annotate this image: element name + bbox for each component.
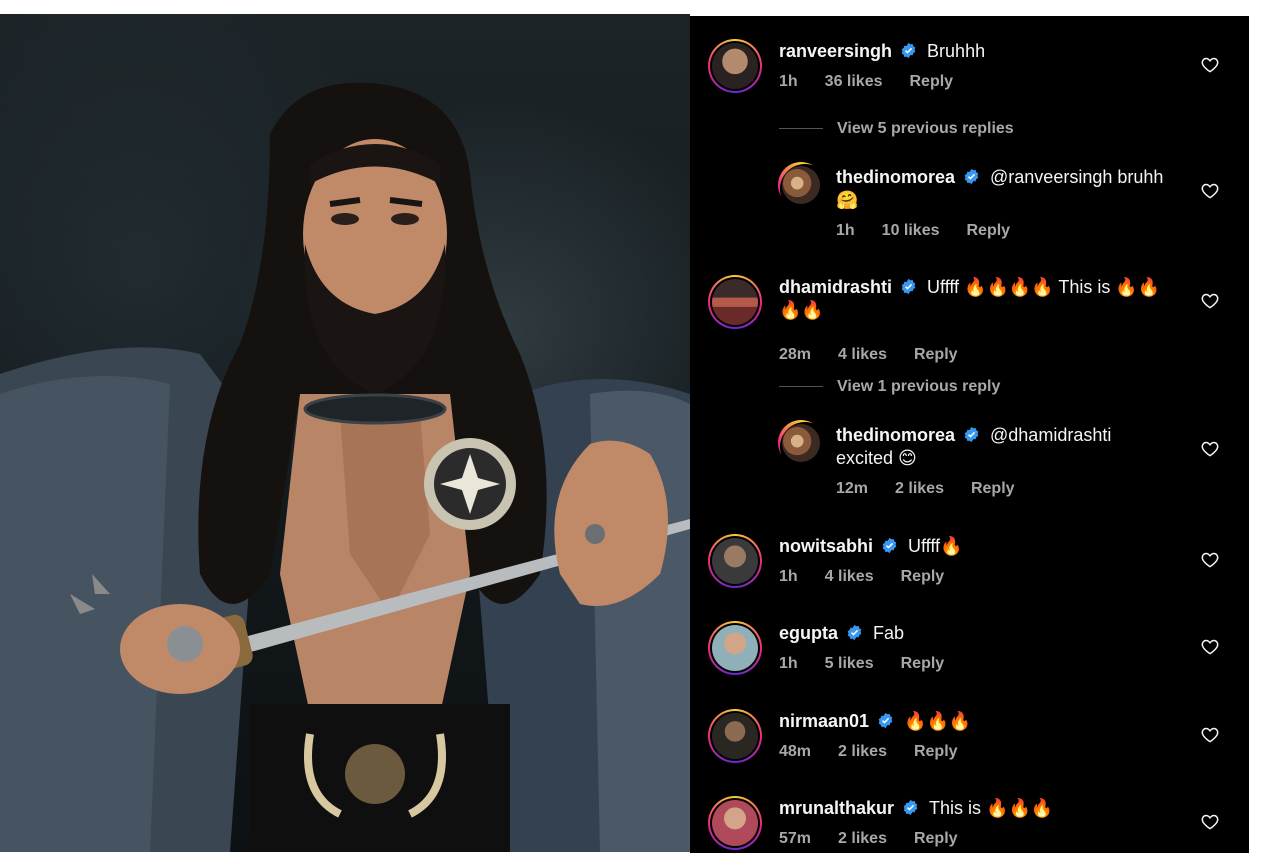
comment-username[interactable]: mrunalthakur bbox=[779, 798, 894, 818]
comment-text: Uffff🔥 bbox=[908, 536, 963, 556]
comment-time: 48m bbox=[779, 743, 812, 760]
comment-username[interactable]: thedinomorea bbox=[836, 425, 955, 445]
comment-username[interactable]: thedinomorea bbox=[836, 167, 955, 187]
comment-text-line2: 🔥🔥 bbox=[779, 300, 824, 320]
heart-outline-icon[interactable] bbox=[1201, 551, 1219, 568]
verified-badge-icon bbox=[903, 799, 918, 816]
avatar[interactable] bbox=[708, 621, 762, 675]
comment-time: 1h bbox=[779, 73, 798, 90]
heart-outline-icon[interactable] bbox=[1201, 182, 1219, 199]
warrior-portrait-illustration bbox=[0, 82, 690, 852]
comment-text: Bruhhh bbox=[927, 41, 986, 61]
verified-badge-icon bbox=[847, 624, 862, 641]
reply-button[interactable]: Reply bbox=[914, 743, 958, 760]
comment-likes[interactable]: 36 likes bbox=[825, 73, 883, 90]
reply-button[interactable]: Reply bbox=[901, 655, 945, 672]
view-replies-button[interactable]: View 1 previous reply bbox=[779, 378, 1000, 396]
comment-username[interactable]: nowitsabhi bbox=[779, 536, 873, 556]
heart-outline-icon[interactable] bbox=[1201, 726, 1219, 743]
heart-outline-icon[interactable] bbox=[1201, 292, 1219, 309]
comment-text: Uffff 🔥🔥🔥🔥 This is 🔥🔥 bbox=[927, 277, 1161, 297]
comments-panel[interactable]: ranveersingh Bruhhh 1h 36 likes Reply View … bbox=[690, 16, 1249, 853]
comment-likes[interactable]: 2 likes bbox=[838, 743, 887, 760]
comment-text: This is 🔥🔥🔥 bbox=[929, 798, 1054, 818]
comment-text: Fab bbox=[873, 623, 905, 643]
view-replies-label: View 5 previous replies bbox=[837, 120, 1014, 137]
comment-likes[interactable]: 5 likes bbox=[825, 655, 874, 672]
comment-time: 57m bbox=[779, 830, 812, 847]
comment-time: 1h bbox=[779, 568, 798, 585]
comment-likes[interactable]: 10 likes bbox=[882, 222, 940, 239]
comment-username[interactable]: egupta bbox=[779, 623, 838, 643]
verified-badge-icon bbox=[964, 168, 979, 185]
comment-time: 28m bbox=[779, 346, 812, 363]
reply-button[interactable]: Reply bbox=[914, 346, 958, 363]
comment-text: @ranveersingh bruhh bbox=[990, 167, 1164, 187]
avatar[interactable] bbox=[778, 162, 830, 214]
comment-text: @dhamidrashti bbox=[990, 425, 1112, 445]
comment-text: 🔥🔥🔥 bbox=[904, 711, 972, 731]
comment-likes[interactable]: 2 likes bbox=[838, 830, 887, 847]
comment-username[interactable]: ranveersingh bbox=[779, 41, 892, 61]
heart-outline-icon[interactable] bbox=[1201, 813, 1219, 830]
reply-button[interactable]: Reply bbox=[967, 222, 1011, 239]
avatar[interactable] bbox=[708, 709, 762, 763]
reply-button[interactable]: Reply bbox=[910, 73, 954, 90]
verified-badge-icon bbox=[901, 42, 916, 59]
divider-line bbox=[779, 128, 823, 130]
view-replies-label: View 1 previous reply bbox=[837, 378, 1001, 395]
reply-button[interactable]: Reply bbox=[901, 568, 945, 585]
comment-time: 12m bbox=[836, 480, 869, 497]
comment-text-line2: excited 😊 bbox=[836, 448, 917, 468]
heart-outline-icon[interactable] bbox=[1201, 56, 1219, 73]
view-replies-button[interactable]: View 5 previous replies bbox=[779, 120, 1014, 138]
verified-badge-icon bbox=[882, 537, 897, 554]
comment-time: 1h bbox=[836, 222, 855, 239]
comment-username[interactable]: nirmaan01 bbox=[779, 711, 869, 731]
reply-button[interactable]: Reply bbox=[971, 480, 1015, 497]
avatar[interactable] bbox=[708, 275, 762, 329]
verified-badge-icon bbox=[901, 278, 916, 295]
comment-likes[interactable]: 4 likes bbox=[825, 568, 874, 585]
verified-badge-icon bbox=[964, 426, 979, 443]
reply-button[interactable]: Reply bbox=[914, 830, 958, 847]
heart-outline-icon[interactable] bbox=[1201, 440, 1219, 457]
comment-username[interactable]: dhamidrashti bbox=[779, 277, 892, 297]
comment-likes[interactable]: 4 likes bbox=[838, 346, 887, 363]
comment-likes[interactable]: 2 likes bbox=[895, 480, 944, 497]
divider-line bbox=[779, 386, 823, 388]
avatar[interactable] bbox=[708, 39, 762, 93]
avatar[interactable] bbox=[708, 796, 762, 850]
avatar[interactable] bbox=[778, 420, 830, 472]
verified-badge-icon bbox=[878, 712, 893, 729]
avatar[interactable] bbox=[708, 534, 762, 588]
post-photo bbox=[0, 14, 690, 852]
heart-outline-icon[interactable] bbox=[1201, 638, 1219, 655]
comment-text-line2: 🤗 bbox=[836, 190, 859, 210]
comment-time: 1h bbox=[779, 655, 798, 672]
